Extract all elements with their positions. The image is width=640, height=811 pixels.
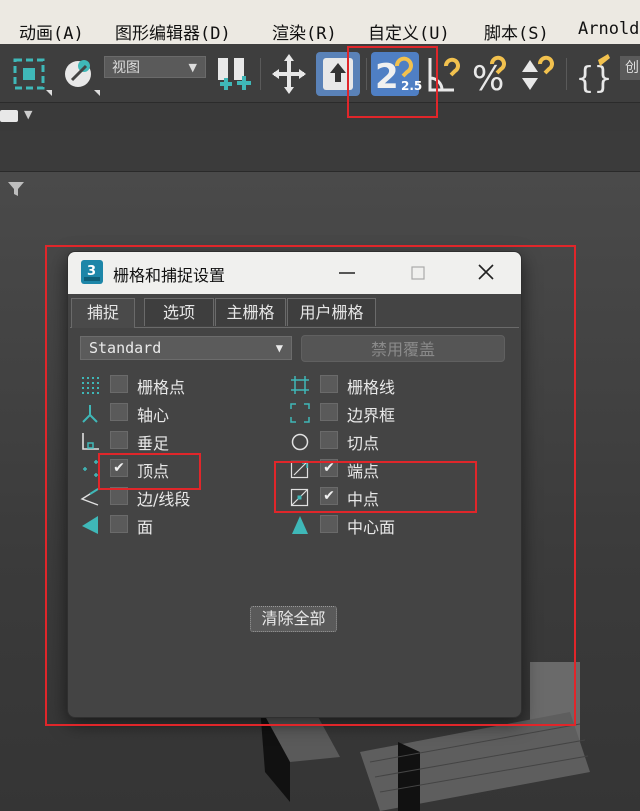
select-and-manipulate-icon[interactable] <box>270 52 308 96</box>
view-dropdown-value: 视图 <box>112 60 140 76</box>
main-toolbar: 视图 ▼ 2 2.5 % {} 创 <box>0 44 640 102</box>
highlight-snap-toggle <box>347 46 438 118</box>
view-dropdown[interactable]: 视图 ▼ <box>104 56 206 78</box>
menu-graph-editors[interactable]: 图形编辑器(D) <box>115 19 231 44</box>
svg-text:{}: {} <box>576 61 612 96</box>
spinner-snap-icon[interactable] <box>518 52 558 96</box>
chevron-down-icon[interactable]: ▼ <box>24 108 32 121</box>
ribbon-strip: ▼ <box>0 102 640 132</box>
menu-arnold[interactable]: Arnold <box>578 19 639 39</box>
highlight-vertex <box>98 453 201 490</box>
menu-rendering[interactable]: 渲染(R) <box>272 19 337 44</box>
reference-coordinate-icon[interactable] <box>60 52 100 96</box>
scene-explorer-strip <box>0 131 640 172</box>
filter-icon[interactable] <box>8 181 24 197</box>
ribbon-toggle-icon[interactable] <box>0 110 18 122</box>
create-selection-set-button[interactable]: 创 <box>620 56 640 80</box>
named-selection-icon[interactable]: {} <box>574 52 614 96</box>
toolbar-divider <box>260 58 261 90</box>
menu-customize[interactable]: 自定义(U) <box>368 19 450 44</box>
menu-bar: 动画(A) 图形编辑器(D) 渲染(R) 自定义(U) 脚本(S) Arnold <box>0 0 640 44</box>
selection-region-icon[interactable] <box>12 52 52 96</box>
svg-text:%: % <box>472 59 504 96</box>
highlight-endpoint-midpoint <box>274 461 477 513</box>
chevron-down-icon: ▼ <box>188 61 197 74</box>
menu-scripting[interactable]: 脚本(S) <box>484 19 549 44</box>
menu-animation[interactable]: 动画(A) <box>19 19 84 44</box>
use-pivot-center-icon[interactable] <box>214 52 254 96</box>
percent-snap-icon[interactable]: % <box>470 52 510 96</box>
toolbar-divider <box>566 58 567 90</box>
